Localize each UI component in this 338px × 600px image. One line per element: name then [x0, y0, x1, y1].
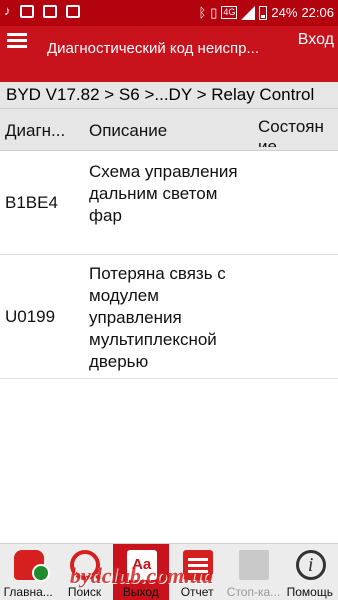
- bottom-toolbar: Главна... Поиск Aa Выход Отчет Стоп-ка..…: [0, 543, 338, 600]
- status-icons-right: ᛒ ▯ 4G 24% 22:06: [198, 5, 334, 20]
- status-icons-left: ♪: [4, 4, 80, 18]
- car-icon: [14, 550, 50, 582]
- help-icon: i: [295, 550, 326, 580]
- table-row[interactable]: U0199 Потеряна связь с модулем управлени…: [0, 255, 338, 379]
- toolbar-label: Выход: [122, 585, 159, 599]
- page-title: Диагностический код неиспр...: [47, 40, 260, 57]
- status-bar: ♪ ᛒ ▯ 4G 24% 22:06: [0, 0, 338, 26]
- dtc-description: Схема управления дальним светом фар: [89, 162, 238, 225]
- toolbar-home-button[interactable]: Главна...: [0, 544, 56, 600]
- music-note-icon: ♪: [4, 3, 11, 18]
- network-type: 4G: [221, 6, 238, 19]
- column-header-status: Состоян ие: [258, 117, 324, 147]
- toolbar-label: Отчет: [180, 585, 214, 599]
- dtc-code: B1BE4: [5, 193, 58, 212]
- breadcrumb: BYD V17.82 > S6 >...DY > Relay Control: [0, 82, 338, 108]
- toolbar-label: Помощь: [286, 585, 333, 599]
- dtc-description: Потеряна связь с модулем управления муль…: [89, 264, 226, 371]
- gallery-icon: [65, 4, 80, 18]
- dtc-code: U0199: [5, 307, 56, 326]
- signal-icon: [241, 5, 256, 20]
- login-button[interactable]: Вход: [298, 31, 334, 49]
- vibrate-icon: ▯: [210, 4, 218, 20]
- column-header-code: Диагн...: [5, 121, 66, 140]
- hamburger-menu-icon[interactable]: [7, 31, 29, 49]
- toolbar-help-button[interactable]: i Помощь: [282, 544, 338, 600]
- exit-icon: Aa: [126, 550, 157, 580]
- clock: 22:06: [301, 5, 334, 20]
- toolbar-exit-button[interactable]: Aa Выход: [112, 544, 169, 600]
- bluetooth-icon: ᛒ: [198, 4, 207, 20]
- table-header: Диагн... Описание Состоян ие: [0, 108, 338, 151]
- toolbar-label: Поиск: [67, 585, 102, 599]
- app-bar: Диагностический код неиспр... Вход: [0, 26, 338, 82]
- stop-icon: [239, 550, 270, 580]
- toolbar-label: Стоп-ка...: [226, 585, 281, 599]
- sim-icon: [42, 4, 57, 18]
- search-icon: [70, 550, 101, 580]
- image-icon: [19, 4, 34, 18]
- table-row[interactable]: B1BE4 Схема управления дальним светом фа…: [0, 151, 338, 255]
- toolbar-search-button[interactable]: Поиск: [56, 544, 112, 600]
- battery-icon: [259, 5, 268, 20]
- toolbar-stop-button[interactable]: Стоп-ка...: [225, 544, 281, 600]
- toolbar-report-button[interactable]: Отчет: [169, 544, 225, 600]
- battery-percent: 24%: [271, 5, 298, 20]
- report-icon: [182, 550, 213, 580]
- column-header-description: Описание: [89, 121, 168, 140]
- toolbar-label: Главна...: [3, 585, 53, 599]
